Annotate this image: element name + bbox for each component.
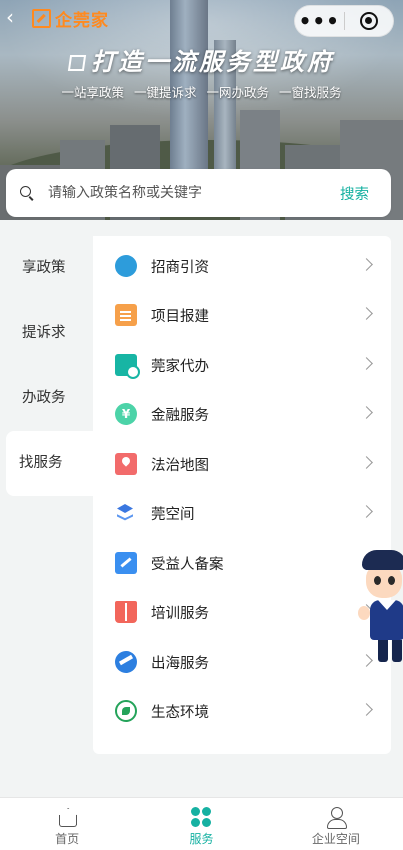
search-input[interactable] [48, 185, 318, 201]
nav-item-affairs[interactable]: 办政务 [0, 366, 93, 431]
service-item-overseas[interactable]: 出海服务 [93, 637, 391, 687]
clipboard-clock-icon [115, 354, 140, 379]
tagline: 一键提诉求 [133, 85, 197, 100]
globe-plane-icon [115, 651, 137, 673]
service-label: 莞家代办 [151, 358, 209, 375]
search-icon [20, 186, 34, 200]
service-item-training[interactable]: 培训服务 [93, 587, 391, 637]
mascot-leg [392, 640, 402, 662]
tab-enterprise-space[interactable]: 企业空间 [269, 798, 403, 850]
nav-item-policy[interactable]: 享政策 [0, 236, 93, 301]
service-label: 金融服务 [151, 407, 209, 424]
project-doc-icon [115, 304, 137, 326]
book-icon [115, 601, 137, 623]
assistant-mascot[interactable] [356, 550, 403, 665]
home-icon [56, 806, 78, 828]
service-label: 培训服务 [151, 605, 209, 622]
chevron-right-icon [360, 703, 373, 716]
service-label: 受益人备案 [151, 556, 224, 573]
miniprogram-capsule: ••• [294, 5, 394, 37]
search-button[interactable]: 搜索 [340, 183, 369, 204]
user-icon [325, 806, 347, 829]
chevron-right-icon [360, 456, 373, 469]
service-item-legal-map[interactable]: 法治地图 [93, 439, 391, 489]
service-item-beneficiary[interactable]: 受益人备案 [93, 538, 391, 588]
service-label: 项目报建 [151, 308, 209, 325]
tab-home[interactable]: 首页 [0, 798, 134, 850]
service-item-finance[interactable]: ¥ 金融服务 [93, 389, 391, 439]
tab-services[interactable]: 服务 [134, 798, 268, 850]
close-miniprogram-button[interactable] [344, 12, 393, 30]
service-item-project[interactable]: 项目报建 [93, 290, 391, 340]
map-pin-icon [115, 453, 137, 475]
hero-taglines: 一站享政策 一键提诉求 一网办政务 一窗找服务 [0, 82, 403, 101]
hero-slogan: 打造一流服务型政府 [0, 42, 403, 77]
service-label: 出海服务 [151, 655, 209, 672]
service-label: 生态环境 [151, 704, 209, 721]
mascot-leg [378, 640, 388, 662]
tab-label: 首页 [55, 832, 80, 846]
service-item-ecology[interactable]: 生态环境 [93, 686, 391, 736]
tagline: 一站享政策 [61, 85, 124, 100]
slogan-text: 打造一流服务型政府 [91, 47, 334, 76]
investment-icon [115, 255, 137, 277]
tagline: 一窗找服务 [279, 85, 342, 100]
chevron-right-icon [360, 307, 373, 320]
nav-item-appeal[interactable]: 提诉求 [0, 301, 93, 366]
grid-icon [190, 806, 212, 828]
edit-form-icon [115, 552, 137, 574]
chevron-right-icon [360, 505, 373, 518]
eco-badge-icon [115, 700, 137, 722]
service-item-agent[interactable]: 莞家代办 [93, 340, 391, 390]
brand-name: 企莞家 [55, 10, 109, 31]
layers-icon [115, 502, 137, 524]
tagline: 一网办政务 [206, 85, 270, 100]
top-bar: ‹ 企莞家 ••• [0, 0, 403, 37]
mascot-hair [362, 550, 403, 570]
chevron-right-icon [360, 357, 373, 370]
brand-logo: 企莞家 [32, 6, 109, 31]
tab-label: 服务 [189, 832, 214, 846]
target-close-icon [359, 12, 378, 30]
mascot-eye [388, 576, 395, 585]
chevron-right-icon [360, 258, 373, 271]
service-item-space[interactable]: 莞空间 [93, 488, 391, 538]
tab-label: 企业空间 [311, 832, 360, 846]
brand-mark-icon [32, 8, 51, 28]
mascot-hand [358, 606, 370, 620]
service-label: 招商引资 [151, 259, 209, 276]
more-menu-button[interactable]: ••• [295, 5, 344, 37]
search-bar: 搜索 [6, 169, 391, 217]
back-icon[interactable]: ‹ [6, 6, 28, 28]
services-panel: 招商引资 项目报建 莞家代办 ¥ 金融服务 法治地图 莞空间 受益人备案 培训服… [93, 236, 391, 754]
mascot-eye [374, 576, 381, 585]
bottom-tab-bar: 首页 服务 企业空间 [0, 797, 403, 850]
service-label: 法治地图 [151, 457, 209, 474]
slogan-mark-icon [67, 55, 87, 71]
chevron-right-icon [360, 406, 373, 419]
service-label: 莞空间 [151, 506, 195, 523]
category-nav: 享政策 提诉求 办政务 找服务 [0, 236, 93, 496]
nav-item-services[interactable]: 找服务 [6, 431, 93, 496]
yen-coin-icon: ¥ [115, 403, 137, 425]
service-item-investment[interactable]: 招商引资 [93, 241, 391, 291]
